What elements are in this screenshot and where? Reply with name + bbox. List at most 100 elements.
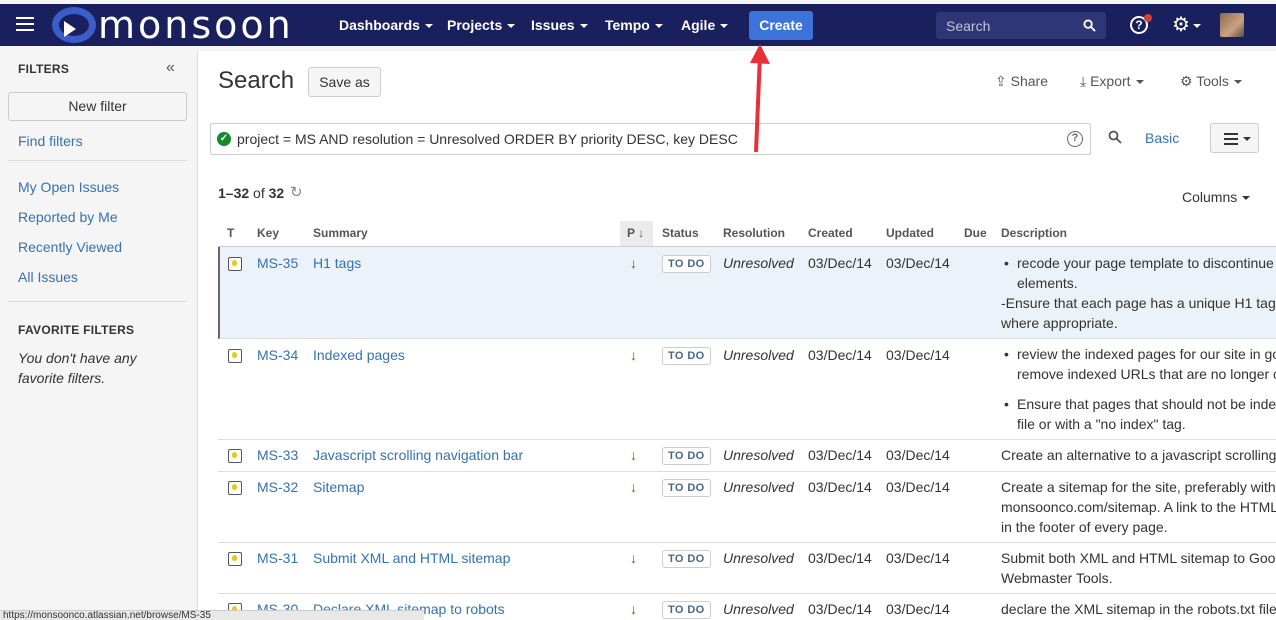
nav-dashboards-label: Dashboards bbox=[339, 17, 420, 33]
search-input[interactable] bbox=[936, 12, 1076, 39]
sidebar-divider bbox=[8, 301, 187, 302]
col-header-created[interactable]: Created bbox=[808, 226, 853, 240]
save-as-button[interactable]: Save as bbox=[308, 67, 381, 97]
table-row[interactable]: MS-33 Javascript scrolling navigation ba… bbox=[218, 440, 1276, 472]
resolution: Unresolved bbox=[723, 447, 794, 463]
col-header-priority-label: P bbox=[627, 226, 635, 240]
refresh-icon[interactable]: ↻ bbox=[290, 183, 303, 201]
list-view-icon-line bbox=[1224, 138, 1238, 140]
query-help-icon[interactable]: ? bbox=[1067, 131, 1083, 147]
share-button[interactable]: ⇪ Share bbox=[995, 73, 1048, 90]
export-button[interactable]: ⤓ Export bbox=[1080, 73, 1144, 90]
priority-low-icon: ↓ bbox=[630, 447, 637, 463]
description-line: Create a sitemap for the site, preferabl… bbox=[1001, 479, 1276, 495]
nav-agile[interactable]: Agile bbox=[681, 4, 729, 46]
col-header-type[interactable]: T bbox=[227, 226, 234, 240]
description-line: declare the XML sitemap in the robots.tx… bbox=[1001, 601, 1276, 617]
table-row[interactable]: MS-35 H1 tags ↓ TO DO Unresolved 03/Dec/… bbox=[218, 247, 1276, 339]
sidebar-item-recently-viewed[interactable]: Recently Viewed bbox=[18, 239, 122, 255]
table-row[interactable]: MS-34 Indexed pages ↓ TO DO Unresolved 0… bbox=[218, 339, 1276, 440]
col-header-resolution[interactable]: Resolution bbox=[723, 226, 785, 240]
nav-tempo[interactable]: Tempo bbox=[605, 4, 663, 46]
priority-low-icon: ↓ bbox=[630, 550, 637, 566]
col-header-key[interactable]: Key bbox=[257, 226, 279, 240]
table-row[interactable]: MS-32 Sitemap ↓ TO DO Unresolved 03/Dec/… bbox=[218, 472, 1276, 543]
table-row[interactable]: MS-31 Submit XML and HTML sitemap ↓ TO D… bbox=[218, 543, 1276, 594]
issue-key[interactable]: MS-31 bbox=[257, 550, 298, 566]
status-badge: TO DO bbox=[662, 255, 711, 273]
issue-summary[interactable]: H1 tags bbox=[313, 255, 361, 271]
description: Submit both XML and HTML sitemap to Goo … bbox=[1001, 548, 1276, 588]
layout-switcher-button[interactable] bbox=[1210, 123, 1259, 153]
collapse-sidebar-icon[interactable]: « bbox=[166, 59, 175, 77]
nav-tempo-label: Tempo bbox=[605, 17, 650, 33]
jql-query-text[interactable]: project = MS AND resolution = Unresolved… bbox=[237, 131, 738, 147]
issue-summary[interactable]: Indexed pages bbox=[313, 347, 405, 363]
results-of: of bbox=[253, 185, 265, 201]
annotation-arrow bbox=[750, 44, 770, 153]
issue-summary[interactable]: Sitemap bbox=[313, 479, 364, 495]
filters-heading: FILTERS bbox=[18, 62, 70, 76]
issue-key[interactable]: MS-34 bbox=[257, 347, 298, 363]
created-date: 03/Dec/14 bbox=[808, 255, 872, 271]
issue-key[interactable]: MS-35 bbox=[257, 255, 298, 271]
basic-search-link[interactable]: Basic bbox=[1145, 130, 1179, 146]
find-filters-link[interactable]: Find filters bbox=[18, 133, 83, 149]
sidebar-item-reported-by-me[interactable]: Reported by Me bbox=[18, 209, 118, 225]
jql-query-input[interactable]: ✓ project = MS AND resolution = Unresolv… bbox=[210, 123, 1091, 155]
resolution: Unresolved bbox=[723, 601, 794, 617]
updated-date: 03/Dec/14 bbox=[886, 601, 950, 617]
chevron-down-icon bbox=[1242, 196, 1251, 201]
chevron-down-icon bbox=[720, 24, 729, 29]
chevron-down-icon bbox=[654, 24, 663, 29]
col-header-priority[interactable]: P ↓ bbox=[627, 226, 644, 240]
browser-status-url: https://monsoonco.atlassian.net/browse/M… bbox=[0, 610, 424, 620]
settings-gear-icon[interactable]: ⚙ bbox=[1172, 14, 1201, 36]
col-header-status[interactable]: Status bbox=[662, 226, 699, 240]
results-range: 1–32 bbox=[218, 185, 250, 201]
updated-date: 03/Dec/14 bbox=[886, 479, 950, 495]
issue-key[interactable]: MS-32 bbox=[257, 479, 298, 495]
user-avatar[interactable] bbox=[1220, 13, 1244, 37]
col-header-summary[interactable]: Summary bbox=[313, 226, 368, 240]
updated-date: 03/Dec/14 bbox=[886, 447, 950, 463]
nav-issues[interactable]: Issues bbox=[531, 4, 588, 46]
sidebar-item-all-issues[interactable]: All Issues bbox=[18, 269, 78, 285]
description-line: -Ensure that each page has a unique H1 t… bbox=[1001, 295, 1276, 311]
description: declare the XML sitemap in the robots.tx… bbox=[1001, 599, 1276, 619]
created-date: 03/Dec/14 bbox=[808, 447, 872, 463]
favorite-filters-heading: FAVORITE FILTERS bbox=[18, 323, 135, 337]
columns-button[interactable]: Columns bbox=[1182, 189, 1251, 205]
issue-summary[interactable]: Submit XML and HTML sitemap bbox=[313, 550, 510, 566]
nav-projects-label: Projects bbox=[447, 17, 503, 33]
logo[interactable]: monsoon bbox=[52, 4, 294, 46]
share-label: Share bbox=[1010, 73, 1048, 89]
resolution: Unresolved bbox=[723, 550, 794, 566]
nav-agile-label: Agile bbox=[681, 17, 716, 33]
description-line: monsoonco.com/sitemap. A link to the HTM… bbox=[1001, 499, 1276, 515]
tools-button[interactable]: ⚙ Tools bbox=[1180, 73, 1242, 90]
col-header-updated[interactable]: Updated bbox=[886, 226, 934, 240]
description-bullet: Ensure that pages that should not be ind… bbox=[1004, 394, 1276, 434]
create-button[interactable]: Create bbox=[749, 11, 813, 40]
chevron-down-icon bbox=[507, 24, 516, 29]
chevron-down-icon bbox=[1243, 137, 1251, 141]
issue-summary[interactable]: Javascript scrolling navigation bar bbox=[313, 447, 523, 463]
new-filter-button[interactable]: New filter bbox=[8, 92, 187, 121]
search-icon[interactable] bbox=[1083, 19, 1096, 32]
col-header-description[interactable]: Description bbox=[1001, 226, 1067, 240]
nav-projects[interactable]: Projects bbox=[447, 4, 516, 46]
nav-dashboards[interactable]: Dashboards bbox=[339, 4, 433, 46]
updated-date: 03/Dec/14 bbox=[886, 347, 950, 363]
results-total: 32 bbox=[268, 185, 285, 201]
sidebar-divider bbox=[8, 160, 187, 161]
status-badge: TO DO bbox=[662, 447, 711, 465]
search-icon[interactable] bbox=[1108, 130, 1122, 144]
sidebar-item-my-open-issues[interactable]: My Open Issues bbox=[18, 179, 119, 195]
improvement-type-icon bbox=[228, 481, 242, 495]
issue-key[interactable]: MS-33 bbox=[257, 447, 298, 463]
description: recode your page template to discontinue… bbox=[1001, 253, 1276, 333]
app-switcher-menu-icon[interactable] bbox=[16, 17, 34, 33]
col-header-due[interactable]: Due bbox=[964, 226, 987, 240]
description-line: where appropriate. bbox=[1001, 315, 1118, 331]
